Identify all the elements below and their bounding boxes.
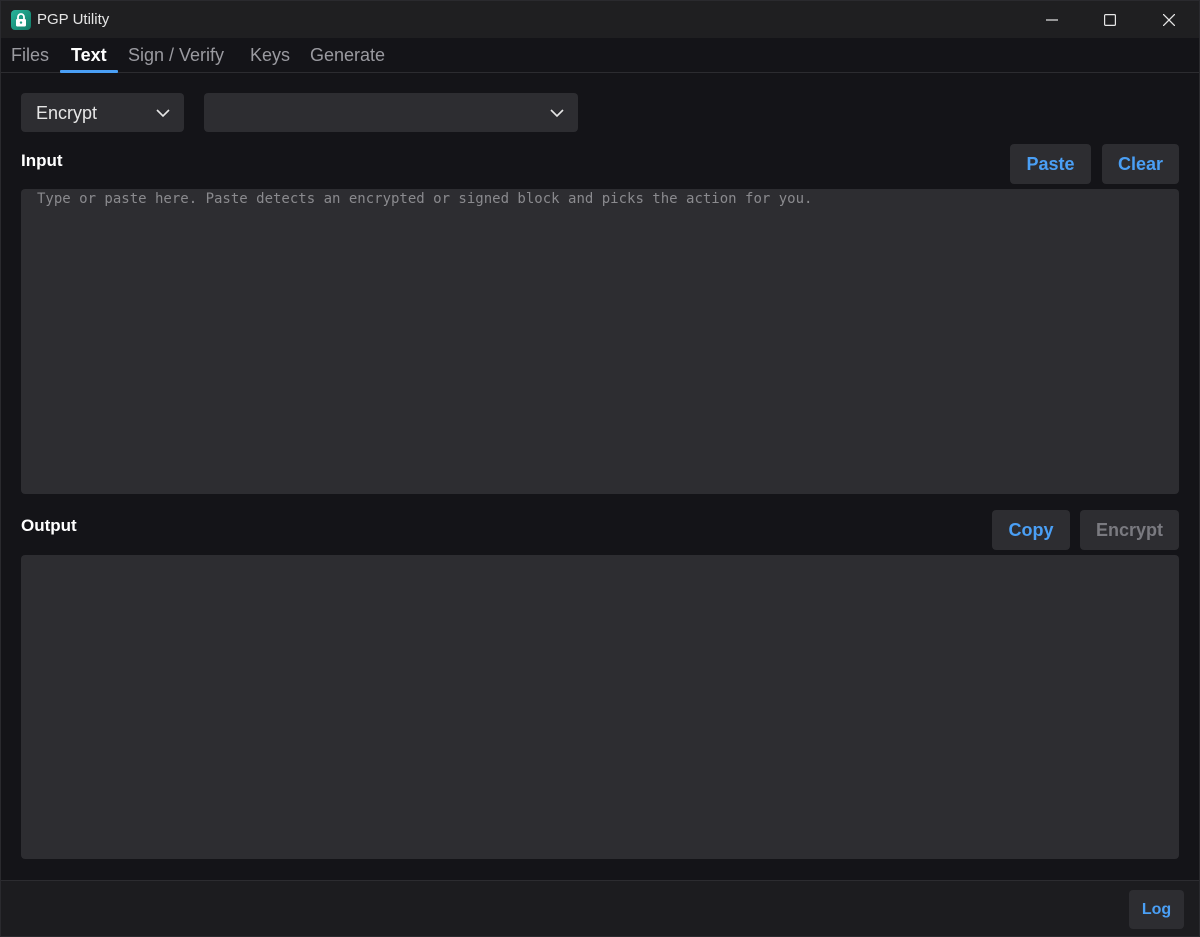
footer-bar: Log <box>1 880 1199 936</box>
mode-select-value: Encrypt <box>36 103 98 123</box>
maximize-icon <box>1104 13 1116 26</box>
tab-keys[interactable]: Keys <box>250 44 290 66</box>
output-label: Output <box>21 516 77 535</box>
maximize-button[interactable] <box>1081 1 1139 38</box>
close-button[interactable] <box>1140 1 1198 38</box>
window-title: PGP Utility <box>37 11 110 28</box>
title-bar: PGP Utility <box>1 1 1199 38</box>
tab-text[interactable]: Text <box>71 44 107 66</box>
active-tab-indicator <box>60 70 118 73</box>
input-textarea[interactable]: Type or paste here. Paste detects an enc… <box>21 189 1179 494</box>
input-placeholder: Type or paste here. Paste detects an enc… <box>37 191 813 207</box>
clear-button[interactable]: Clear <box>1102 144 1179 184</box>
close-icon <box>1163 13 1175 26</box>
key-select[interactable] <box>204 93 578 132</box>
chevron-down-icon <box>550 109 564 118</box>
tab-bar: Files Text Sign / Verify Keys Generate <box>1 38 1199 73</box>
copy-button[interactable]: Copy <box>992 510 1070 550</box>
output-textarea[interactable] <box>21 555 1179 859</box>
tab-files[interactable]: Files <box>11 44 49 66</box>
paste-button[interactable]: Paste <box>1010 144 1091 184</box>
tab-generate[interactable]: Generate <box>310 44 385 66</box>
chevron-down-icon <box>156 109 170 118</box>
minimize-button[interactable] <box>1023 1 1081 38</box>
lock-icon <box>16 13 26 27</box>
app-icon <box>11 10 31 30</box>
input-label: Input <box>21 151 63 170</box>
mode-select[interactable]: Encrypt <box>21 93 184 132</box>
tab-sign-verify[interactable]: Sign / Verify <box>128 44 224 66</box>
encrypt-button[interactable]: Encrypt <box>1080 510 1179 550</box>
app-window: PGP Utility Files Text Sign / Verify Key… <box>0 0 1200 937</box>
minimize-icon <box>1046 18 1058 21</box>
log-button[interactable]: Log <box>1129 890 1184 929</box>
